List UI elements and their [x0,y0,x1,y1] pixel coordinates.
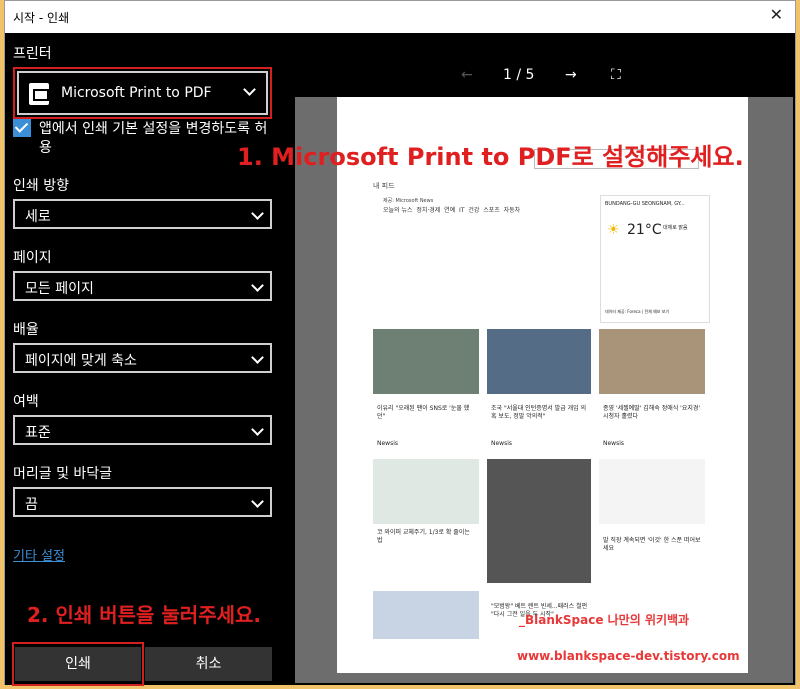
preview-tab: 정치·경제 [416,207,441,214]
settings-panel: 프린터 Microsoft Print to PDF 앱에서 인쇄 기본 설정을… [5,33,285,686]
margins-select[interactable]: 표준 [13,415,272,445]
pages-select[interactable]: 모든 페이지 [13,271,272,301]
preview-tab: IT [459,207,465,214]
news-image [373,329,479,394]
pages-value: 모든 페이지 [25,281,94,297]
chevron-down-icon [243,83,256,96]
printer-value: Microsoft Print to PDF [61,85,212,101]
print-button[interactable]: 인쇄 [15,647,141,681]
preview-feed-header: 내 피드 [373,182,395,190]
news-image [599,459,705,524]
preview-page: 내 피드 제공: Microsoft News 오늘의 뉴스 정치·경제 연예 … [337,97,748,673]
news-headline: 조국 "서울대 인턴증명서 발급 개입 의혹 보도, 정말 악의적" [491,405,587,420]
window-title: 시작 - 인쇄 [13,11,70,25]
chevron-down-icon [251,207,264,220]
scale-value: 페이지에 맞게 축소 [25,353,137,369]
forecast-note: 데이터 제공: Foreca | 전체 예보 보기 [605,309,670,314]
news-headline: 코 와이퍼 교체주기, 1/3로 확 줄이는 법 [377,529,470,544]
pages-label: 페이지 [13,250,52,266]
news-headline: 종영 '세젤예딸' 김해숙 정애식 '요지경' 시청자 홀렸다 [603,405,701,420]
orientation-select[interactable]: 세로 [13,199,272,229]
chevron-down-icon [251,423,264,436]
chevron-down-icon [251,495,264,508]
news-source: Newsis [377,440,399,447]
preview-tab: 오늘의 뉴스 [383,207,413,214]
sun-icon: ☀ [607,222,620,238]
headers-select[interactable]: 끔 [13,487,272,517]
news-source: Newsis [603,440,625,447]
scale-select[interactable]: 페이지에 맞게 축소 [13,343,272,373]
margins-value: 표준 [25,425,51,441]
close-icon[interactable]: ✕ [770,5,783,24]
margins-label: 여백 [13,394,39,410]
printer-highlight: Microsoft Print to PDF [13,67,272,119]
news-source: Newsis [491,440,513,447]
page-indicator: 1 / 5 [503,67,535,83]
preview-panel: ← 1 / 5 → ⛶ 내 피드 제공: Microsoft News 오늘의 … [237,33,795,685]
weather-desc: 대체로 맑음 [663,225,688,231]
next-page-icon[interactable]: → [565,67,577,83]
preview-tab: 스포츠 [483,207,500,214]
watermark-title: _BlankSpace 나만의 위키백과 [519,613,690,627]
orientation-value: 세로 [25,209,51,225]
printer-icon [29,83,49,105]
preview-news-source: 제공: Microsoft News [383,198,434,204]
scale-label: 배율 [13,322,39,338]
news-image [599,329,705,394]
prev-page-icon[interactable]: ← [461,67,473,83]
orientation-label: 인쇄 방향 [13,178,69,194]
title-bar: 시작 - 인쇄 ✕ [5,1,795,33]
weather-card: BUNDANG-GU SEONGNAM, GY... ☀ 21°C 대체로 맑음… [600,195,710,323]
news-image [373,459,479,524]
news-image [373,591,479,639]
more-settings-link[interactable]: 기타 설정 [13,545,65,564]
news-image [487,329,591,394]
chevron-down-icon [251,279,264,292]
headers-value: 끔 [25,497,38,513]
fit-page-icon[interactable]: ⛶ [611,67,621,83]
headers-label: 머리글 및 바닥글 [13,466,113,482]
news-headline: 이유리 "오래된 팬이 SNS로 '눈물 했던" [377,405,470,420]
news-image [487,459,591,583]
app-settings-checkbox[interactable] [13,119,31,137]
watermark-url: www.blankspace-dev.tistory.com [517,649,740,663]
print-dialog: 시작 - 인쇄 ✕ 프린터 Microsoft Print to PDF 앱에서… [4,0,796,686]
news-headline: 말 직장 계속되면 '이것' 한 스푼 떠어보세요 [603,537,701,552]
printer-select[interactable]: Microsoft Print to PDF [17,71,268,115]
cancel-button[interactable]: 취소 [145,647,272,681]
printer-label: 프린터 [13,46,52,62]
preview-tab: 자동차 [503,207,521,214]
preview-tabs: 오늘의 뉴스 정치·경제 연예 IT 건강 스포츠 자동차 [383,205,520,214]
step2-annotation: 2. 인쇄 버튼을 눌러주세요. [27,603,261,627]
chevron-down-icon [251,351,264,364]
preview-tab: 건강 [468,207,480,214]
weather-temp: 21°C [627,222,662,238]
weather-location: BUNDANG-GU SEONGNAM, GY... [605,201,685,207]
preview-tab: 연예 [444,207,456,214]
step1-annotation: 1. Microsoft Print to PDF로 설정해주세요. [237,143,744,171]
